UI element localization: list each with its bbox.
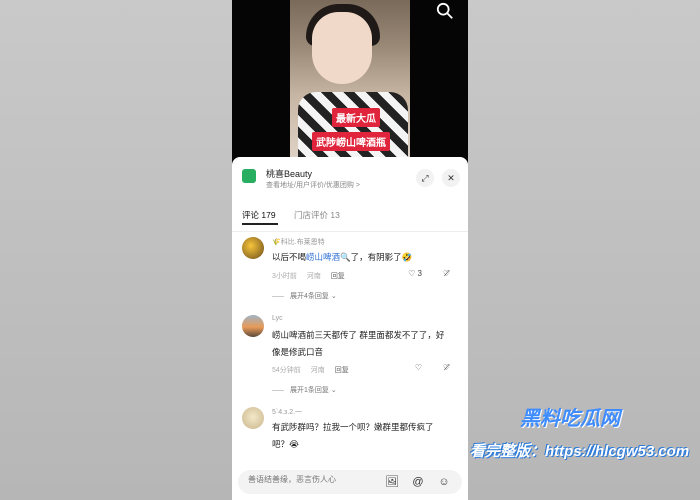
tab-comments[interactable]: 评论 179 (242, 209, 276, 221)
comment-time: 54分钟前 (272, 367, 301, 374)
expand-replies-button[interactable]: 展开1条回复 ⌄ (272, 385, 337, 395)
comment-item: 5`4.з.2.一 有武陟群吗？拉我一个呗？嫩群里都传疯了吧？😭 (242, 407, 460, 467)
comment-input-bar: 🖼 @ ☺ (238, 470, 462, 494)
close-icon[interactable]: ✕ (442, 169, 460, 187)
comment-location: 河南 (306, 273, 321, 280)
shop-card[interactable]: 桃喜Beauty 查看地址/用户评价/优惠团购 > ⤢ ✕ (242, 165, 460, 195)
video-frame: 最新大瓜 武陟崂山啤酒瓶 (290, 0, 410, 160)
watermark-url: 看完整版：https://hlcgw53.com (470, 443, 690, 460)
like-button[interactable]: ♡ (415, 363, 422, 372)
avatar[interactable] (242, 407, 264, 429)
divider (232, 231, 468, 232)
comment-username[interactable]: 🌾科比.布莱恩特 (272, 237, 325, 247)
video-sticker-top: 最新大瓜 (332, 108, 380, 127)
background-left (0, 0, 232, 500)
comment-meta: 3小时前 河南 回复 (272, 271, 353, 281)
tab-store-reviews[interactable]: 门店评价 13 (294, 209, 340, 221)
comment-item: 🌾科比.布莱恩特 以后不喝崂山啤酒🔍了，有阴影了🤣 3小时前 河南 回复 ♡ 3… (242, 237, 460, 309)
avatar[interactable] (242, 315, 264, 337)
avatar[interactable] (242, 237, 264, 259)
comment-location: 河南 (310, 367, 325, 374)
comment-time: 3小时前 (272, 273, 297, 280)
dislike-icon[interactable]: ♡̸ (443, 269, 450, 278)
comment-search-link[interactable]: 崂山啤酒🔍 (306, 252, 351, 262)
comment-text: 以后不喝崂山啤酒🔍了，有阴影了🤣 (272, 249, 447, 266)
emoji-icon[interactable]: ☺ (436, 474, 452, 490)
image-icon[interactable]: 🖼 (384, 474, 400, 490)
comment-username[interactable]: Lyc (272, 315, 283, 322)
comment-item: Lyc 崂山啤酒前三天都传了 群里面都发不了了，好像是修武口音 54分钟前 河南… (242, 315, 460, 401)
shop-subtitle[interactable]: 查看地址/用户评价/优惠团购 > (266, 180, 360, 190)
reply-button[interactable]: 回复 (335, 367, 349, 374)
comment-meta: 54分钟前 河南 回复 (272, 365, 357, 375)
comment-tabs: 评论 179 门店评价 13 (242, 207, 460, 229)
shop-name: 桃喜Beauty (266, 169, 313, 179)
comment-username[interactable]: 5`4.з.2.一 (272, 407, 302, 417)
video-person-face (312, 12, 372, 84)
watermark-logo: 黑料吃瓜网 (520, 408, 620, 430)
comment-text: 有武陟群吗？拉我一个呗？嫩群里都传疯了吧？😭 (272, 422, 434, 449)
mention-icon[interactable]: @ (410, 474, 426, 490)
like-button[interactable]: ♡ 3 (408, 269, 422, 278)
comment-text-part: 了，有阴影了🤣 (350, 252, 413, 262)
video-sticker-bottom: 武陟崂山啤酒瓶 (312, 132, 390, 151)
dislike-icon[interactable]: ♡̸ (443, 363, 450, 372)
location-pin-icon (242, 169, 256, 183)
comment-text-part: 以后不喝 (272, 252, 307, 262)
active-tab-indicator (242, 223, 278, 225)
search-icon[interactable] (436, 2, 454, 20)
phone-screen: 最新大瓜 武陟崂山啤酒瓶 桃喜Beauty 查看地址/用户评价/优惠团购 > ⤢… (232, 0, 468, 500)
like-count: 3 (417, 269, 422, 278)
expand-replies-button[interactable]: 展开4条回复 ⌄ (272, 291, 337, 301)
comments-panel: 桃喜Beauty 查看地址/用户评价/优惠团购 > ⤢ ✕ 评论 179 门店评… (232, 157, 468, 500)
expand-icon[interactable]: ⤢ (416, 169, 434, 187)
video-area[interactable]: 最新大瓜 武陟崂山啤酒瓶 (232, 0, 468, 160)
comment-input[interactable] (248, 475, 378, 484)
comment-text: 崂山啤酒前三天都传了 群里面都发不了了，好像是修武口音 (272, 330, 445, 357)
reply-button[interactable]: 回复 (331, 273, 345, 280)
